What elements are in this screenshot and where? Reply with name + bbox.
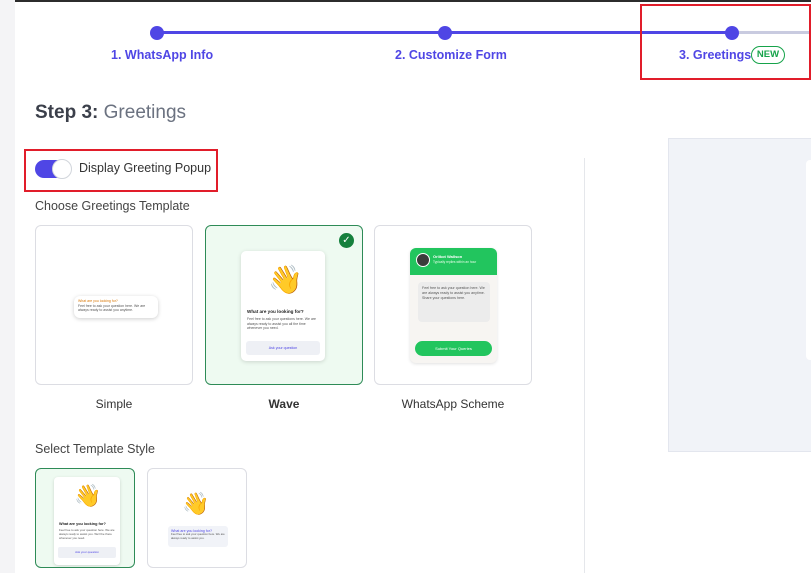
left-gutter — [0, 0, 15, 573]
style-1-button: Ask your question — [58, 547, 116, 558]
live-preview-widget — [806, 160, 811, 360]
wave-preview-text: Feel free to ask your questions here. We… — [247, 317, 316, 330]
waving-hand-icon: 👋 — [182, 491, 210, 516]
simple-preview-bubble: What are you looking for? Feel free to a… — [74, 296, 158, 318]
style-1-question: What are you looking for? — [59, 522, 106, 526]
whatsapp-preview-name: Orlikot Wallson — [433, 254, 463, 259]
highlight-greetings-step — [640, 4, 811, 80]
template-card-wave[interactable]: 👋 What are you looking for? Feel free to… — [205, 225, 363, 385]
avatar — [416, 253, 430, 267]
style-card-1[interactable]: 👋 What are you looking for? Feel free to… — [35, 468, 135, 568]
select-style-label: Select Template Style — [35, 442, 155, 456]
wave-preview-button: Ask your question — [246, 341, 320, 355]
style-2-text: Feel free to ask your question here. We … — [171, 532, 225, 540]
page-title: Step 3: Greetings — [35, 102, 186, 124]
style-card-2[interactable]: 👋 What are you looking for? Feel free to… — [147, 468, 247, 568]
style-2-preview: What are you looking for? Feel free to a… — [168, 526, 228, 547]
step-2-dot[interactable] — [438, 25, 452, 40]
waving-hand-icon: 👋 — [74, 483, 102, 508]
choose-template-label: Choose Greetings Template — [35, 199, 190, 213]
template-card-whatsapp[interactable]: Orlikot Wallson Typically replies within… — [374, 225, 532, 385]
wave-preview-question: What are you looking for? — [247, 309, 304, 314]
whatsapp-preview-header: Orlikot Wallson Typically replies within… — [410, 248, 497, 275]
step-1-dot[interactable] — [150, 25, 164, 40]
template-card-simple[interactable]: What are you looking for? Feel free to a… — [35, 225, 193, 385]
template-name-simple: Simple — [95, 397, 133, 411]
style-1-preview: 👋 What are you looking for? Feel free to… — [54, 477, 120, 565]
template-name-whatsapp: WhatsApp Scheme — [401, 397, 505, 411]
style-1-text: Feel free to ask your question here. We … — [59, 528, 115, 540]
whatsapp-preview-button: Submit Your Queries — [415, 341, 492, 356]
selected-check-icon: ✓ — [339, 233, 354, 248]
page-title-prefix: Step 3: — [35, 102, 99, 123]
highlight-toggle — [24, 149, 218, 192]
step-1-label[interactable]: 1. WhatsApp Info — [111, 48, 213, 62]
wave-preview: 👋 What are you looking for? Feel free to… — [241, 251, 325, 361]
top-border — [0, 0, 811, 2]
simple-preview-line2: Feel free to ask your question here. We … — [78, 303, 146, 313]
live-preview-pane — [668, 138, 811, 452]
waving-hand-icon: 👋 — [268, 264, 303, 295]
column-divider — [584, 158, 585, 573]
template-name-wave: Wave — [268, 397, 300, 411]
step-2-label[interactable]: 2. Customize Form — [395, 48, 507, 62]
whatsapp-preview-message: Feel free to ask your question here. We … — [418, 282, 490, 322]
page-title-text: Greetings — [103, 102, 187, 123]
whatsapp-preview-subtitle: Typically replies within an hour — [433, 260, 477, 264]
whatsapp-preview: Orlikot Wallson Typically replies within… — [410, 248, 497, 363]
